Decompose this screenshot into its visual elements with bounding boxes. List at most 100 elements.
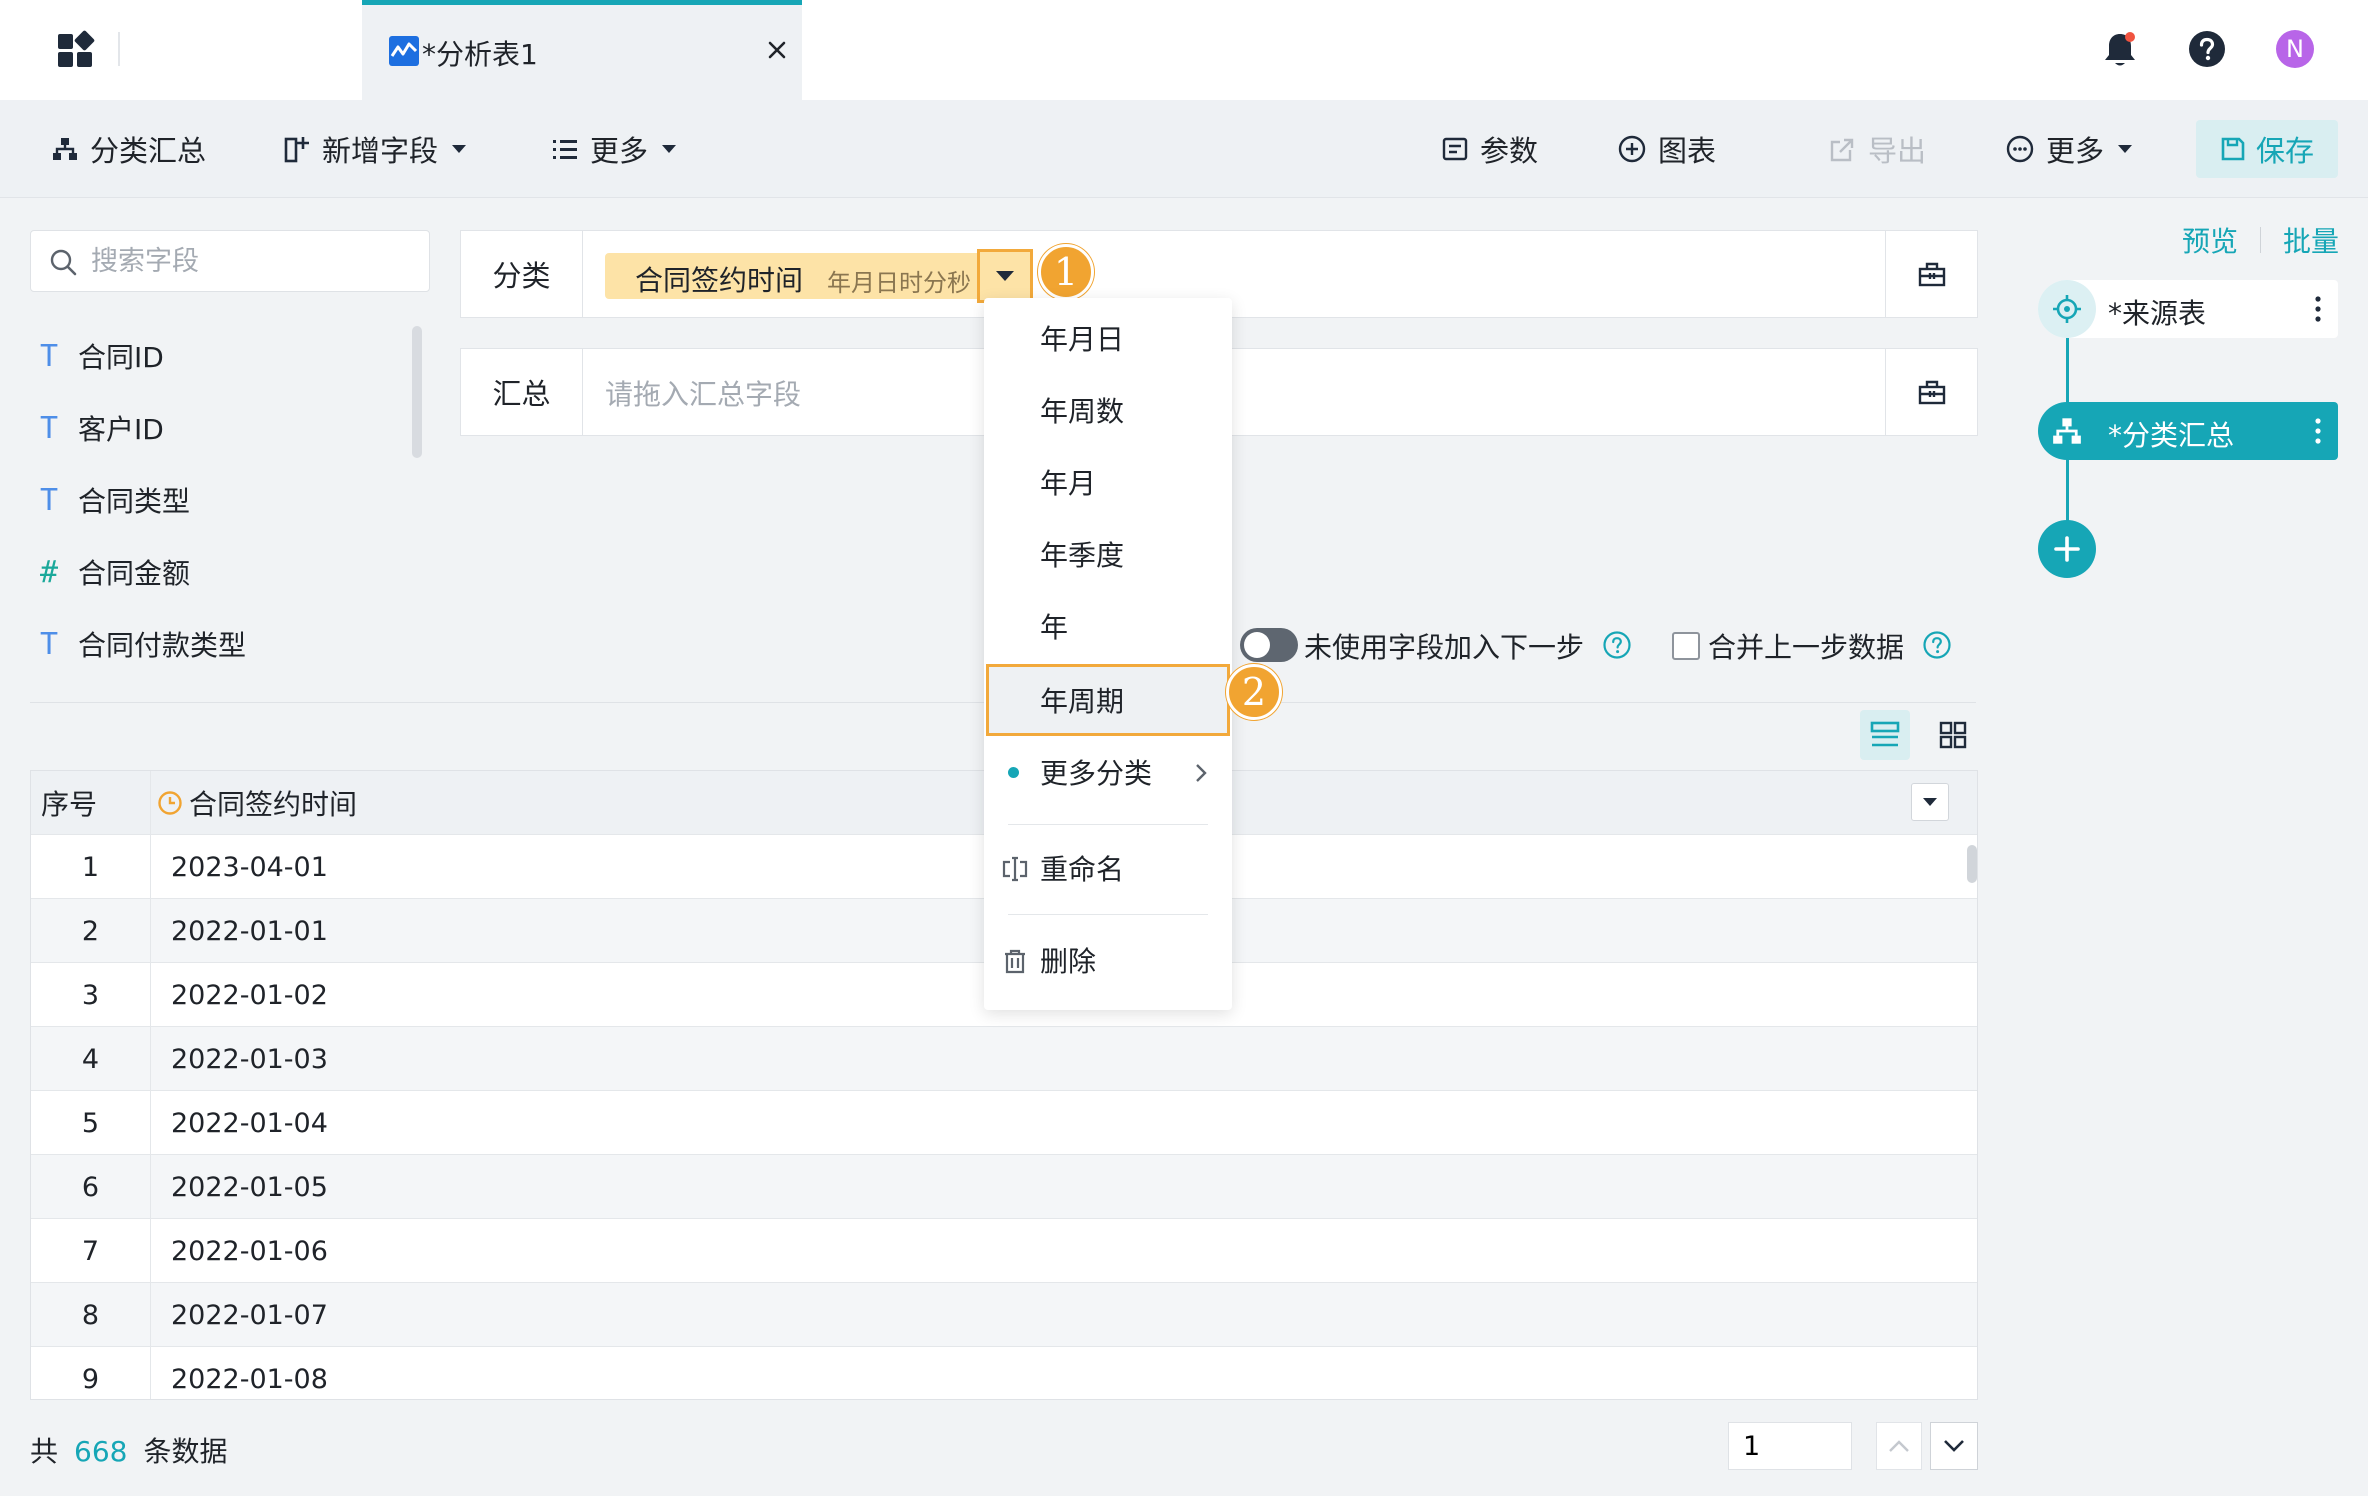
field-search-input[interactable]	[91, 241, 411, 281]
table-footer: 共668条数据 /7	[0, 1400, 2368, 1496]
field-name: 客户ID	[78, 413, 164, 446]
classify-chip-granularity: 年月日时分秒	[827, 269, 971, 297]
field-item[interactable]: T 合同ID	[30, 320, 420, 392]
close-tab-icon[interactable]	[762, 35, 792, 65]
text-type-icon: T	[40, 410, 59, 446]
toolbar: 分类汇总 新增字段 更多 参数 图表 导出 更多 保存	[0, 100, 2368, 198]
preview-link[interactable]: 预览	[2182, 220, 2238, 260]
dropdown-item-ymd[interactable]: 年月日	[984, 302, 1232, 374]
add-field-label: 新增字段	[322, 134, 439, 168]
dropdown-divider	[1008, 914, 1208, 915]
chevron-up-icon	[1889, 1440, 1909, 1452]
target-icon	[2038, 280, 2096, 338]
toggle-knob	[1244, 632, 1270, 658]
hierarchy-icon	[2052, 416, 2082, 446]
col-header-date[interactable]: 合同签约时间	[157, 771, 357, 835]
cell-date: 2022-01-08	[171, 1363, 328, 1395]
kebab-menu-icon[interactable]	[2308, 412, 2328, 450]
hierarchy-icon	[53, 138, 77, 160]
page-up-button[interactable]	[1876, 1422, 1922, 1470]
table-row[interactable]: 4 2022-01-03	[31, 1027, 1977, 1091]
field-list-scrollbar[interactable]	[412, 326, 422, 458]
flow-node-group-label: *分类汇总	[2108, 419, 2235, 452]
flow-node-source[interactable]: *来源表	[2038, 280, 2338, 338]
classify-toolbox-button[interactable]	[1885, 231, 1977, 317]
user-avatar[interactable]: N	[2276, 30, 2314, 68]
rename-label: 重命名	[1040, 853, 1125, 886]
help-circle-icon[interactable]	[1922, 630, 1952, 664]
caret-down-icon	[996, 271, 1014, 281]
dropdown-item-more-classify[interactable]: 更多分类	[984, 736, 1232, 808]
field-name: 合同金额	[78, 557, 191, 590]
tab-analysis-table[interactable]: *分析表1	[362, 0, 802, 100]
dropdown-item-year-period[interactable]: 年周期	[986, 664, 1230, 736]
table-scrollbar[interactable]	[1967, 845, 1977, 883]
dropdown-item-rename[interactable]: 重命名	[984, 832, 1232, 904]
flow-node-group-summary[interactable]: *分类汇总	[2038, 402, 2338, 460]
notification-bell-icon[interactable]	[2102, 30, 2138, 70]
help-icon[interactable]	[2188, 30, 2226, 68]
summary-toolbox-button[interactable]	[1885, 349, 1977, 435]
dropdown-item-year-quarter[interactable]: 年季度	[984, 518, 1232, 590]
field-name: 合同付款类型	[78, 629, 247, 662]
table-row[interactable]: 7 2022-01-06	[31, 1219, 1977, 1283]
unused-fields-toggle[interactable]	[1240, 628, 1298, 662]
dropdown-item-year[interactable]: 年	[984, 590, 1232, 662]
field-item[interactable]: T 合同类型	[30, 464, 420, 536]
list-icon	[553, 140, 577, 159]
table-row[interactable]: 6 2022-01-05	[31, 1155, 1977, 1219]
more-left-label: 更多	[590, 134, 649, 168]
column-menu-button[interactable]	[1911, 783, 1949, 821]
more-menu-right-button[interactable]: 更多	[2006, 124, 2134, 174]
cell-date: 2022-01-04	[171, 1107, 328, 1139]
classify-chip-dropdown-button[interactable]	[977, 249, 1033, 303]
dropdown-item-year-week[interactable]: 年周数	[984, 374, 1232, 446]
unused-fields-label: 未使用字段加入下一步	[1304, 631, 1585, 664]
group-summary-label: 分类汇总	[90, 134, 207, 168]
cell-date: 2023-04-01	[171, 851, 328, 883]
chart-button[interactable]: 图表	[1618, 124, 1716, 174]
field-search-box[interactable]	[30, 230, 430, 292]
export-label: 导出	[1868, 134, 1927, 168]
group-summary-button[interactable]: 分类汇总	[52, 124, 206, 174]
kebab-menu-icon[interactable]	[2308, 290, 2328, 328]
merge-prev-label: 合并上一步数据	[1708, 631, 1905, 664]
step-badge-1: 1	[1038, 244, 1094, 300]
page-number-input[interactable]	[1728, 1422, 1852, 1470]
table-row[interactable]: 5 2022-01-04	[31, 1091, 1977, 1155]
field-name: 合同ID	[78, 341, 164, 374]
parameters-button[interactable]: 参数	[1442, 124, 1538, 174]
card-view-button[interactable]	[1928, 710, 1978, 760]
save-button[interactable]: 保存	[2196, 120, 2338, 178]
export-icon	[1830, 138, 1854, 162]
field-item[interactable]: T 合同付款类型	[30, 608, 420, 680]
more-right-label: 更多	[2046, 134, 2105, 168]
more-menu-left-button[interactable]: 更多	[552, 124, 678, 174]
table-row[interactable]: 8 2022-01-07	[31, 1283, 1977, 1347]
table-row[interactable]: 9 2022-01-08	[31, 1347, 1977, 1399]
export-button[interactable]: 导出	[1830, 124, 1926, 174]
cell-index: 9	[31, 1347, 151, 1399]
save-icon	[2221, 137, 2245, 161]
page-down-button[interactable]	[1930, 1422, 1978, 1470]
cell-index: 4	[31, 1027, 151, 1091]
chevron-down-icon	[1944, 1440, 1964, 1452]
field-item[interactable]: T 客户ID	[30, 392, 420, 464]
summary-drop-placeholder[interactable]: 请拖入汇总字段	[605, 373, 801, 413]
add-field-button[interactable]: 新增字段	[284, 124, 468, 174]
help-circle-icon[interactable]	[1602, 630, 1632, 664]
cell-date: 2022-01-01	[171, 915, 328, 947]
add-step-button[interactable]	[2038, 520, 2096, 578]
trash-icon	[1005, 949, 1025, 974]
cell-index: 2	[31, 899, 151, 963]
dropdown-item-year-month[interactable]: 年月	[984, 446, 1232, 518]
apps-menu-icon[interactable]	[56, 30, 96, 70]
analysis-table-icon	[388, 35, 420, 67]
total-prefix: 共	[30, 1435, 59, 1468]
table-view-button[interactable]	[1860, 710, 1910, 760]
classify-field-chip[interactable]: 合同签约时间 年月日时分秒	[605, 253, 1001, 299]
dropdown-item-delete[interactable]: 删除	[984, 924, 1232, 996]
merge-prev-checkbox[interactable]	[1672, 632, 1700, 660]
field-item[interactable]: # 合同金额	[30, 536, 420, 608]
batch-link[interactable]: 批量	[2283, 220, 2339, 260]
